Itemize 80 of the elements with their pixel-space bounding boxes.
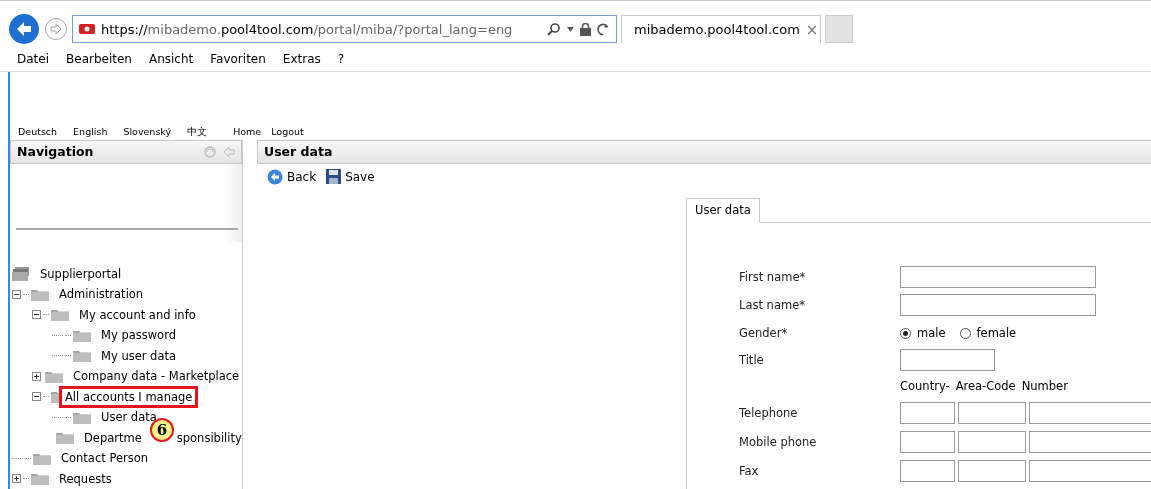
tree-item[interactable]: Company data - Marketplace bbox=[67, 365, 246, 388]
input-field[interactable] bbox=[958, 402, 1026, 424]
field-label: Fax bbox=[739, 464, 760, 478]
folders-icon bbox=[12, 266, 30, 281]
refresh-icon[interactable] bbox=[597, 22, 610, 36]
folder-icon bbox=[31, 472, 49, 486]
panel-title: User data bbox=[264, 144, 334, 159]
input-field[interactable] bbox=[958, 460, 1026, 482]
column-header: Number bbox=[1021, 379, 1068, 393]
save-button[interactable]: Save bbox=[326, 168, 375, 185]
language-link[interactable]: Deutsch bbox=[18, 126, 58, 137]
back-icon bbox=[267, 168, 283, 185]
field-label: Gender* bbox=[739, 325, 789, 340]
column-header: Area-Code bbox=[955, 379, 1016, 393]
arrow-icon[interactable] bbox=[223, 145, 235, 158]
folder-icon bbox=[45, 369, 63, 383]
input-field[interactable] bbox=[1029, 460, 1151, 482]
tree-item[interactable]: Departme bbox=[78, 426, 148, 449]
field-label: Last name* bbox=[739, 297, 806, 312]
collapse-toggle[interactable] bbox=[32, 310, 41, 320]
menu-item[interactable]: Datei bbox=[17, 51, 49, 69]
input-field[interactable] bbox=[900, 293, 1096, 316]
close-tab-button[interactable]: × bbox=[805, 20, 819, 39]
folder-icon bbox=[33, 451, 51, 465]
new-tab-button[interactable] bbox=[825, 15, 853, 44]
nav-link[interactable]: Home bbox=[233, 126, 262, 137]
tree-item[interactable]: sponsibility bbox=[173, 426, 248, 449]
input-field[interactable] bbox=[1029, 402, 1151, 424]
form-tab[interactable]: User data bbox=[686, 197, 760, 223]
folder-icon bbox=[73, 349, 91, 363]
folder-icon bbox=[73, 328, 91, 342]
folder-icon bbox=[73, 410, 91, 424]
field-label: Title bbox=[739, 353, 765, 367]
search-icon[interactable] bbox=[547, 22, 561, 37]
menu-item[interactable]: Favoriten bbox=[210, 51, 266, 69]
menu-item[interactable]: Bearbeiten bbox=[66, 51, 132, 69]
language-link[interactable]: 中文 bbox=[187, 124, 208, 139]
folder-icon bbox=[51, 308, 69, 322]
menu-item[interactable]: Extras bbox=[282, 51, 321, 69]
input-field[interactable] bbox=[900, 349, 995, 371]
input-field[interactable] bbox=[900, 265, 1096, 288]
input-field[interactable] bbox=[1029, 431, 1151, 453]
collapse-toggle[interactable] bbox=[32, 392, 41, 402]
tree-root[interactable]: Supplierportal bbox=[34, 262, 128, 285]
browser-tab[interactable]: mibademo.pool4tool.com × bbox=[621, 15, 821, 44]
menu-item[interactable]: ? bbox=[337, 51, 345, 69]
lock-icon bbox=[580, 22, 591, 36]
collapse-toggle[interactable] bbox=[12, 289, 21, 299]
input-field[interactable] bbox=[900, 402, 955, 424]
radio-label: female bbox=[976, 326, 1017, 341]
tree-item[interactable]: Administration bbox=[53, 283, 150, 306]
language-link[interactable]: English bbox=[73, 126, 108, 137]
forward-icon[interactable] bbox=[44, 17, 68, 42]
back-button[interactable]: Back bbox=[267, 168, 317, 185]
tree-item[interactable]: My account and info bbox=[73, 303, 202, 326]
panel-title: Navigation bbox=[17, 144, 95, 159]
expand-toggle[interactable] bbox=[12, 474, 21, 484]
folder-icon bbox=[31, 287, 49, 301]
language-link[interactable]: Slovenský bbox=[123, 126, 172, 137]
tree-item[interactable]: Contact Person bbox=[55, 447, 155, 470]
tree-item[interactable]: My user data bbox=[95, 344, 183, 367]
tree-item[interactable]: Requests bbox=[53, 467, 118, 489]
nav-link[interactable]: Logout bbox=[271, 126, 304, 137]
address-bar[interactable]: https://mibademo.pool4tool.com/portal/miba/?portal_lang=eng bbox=[72, 15, 617, 44]
field-label: First name* bbox=[739, 269, 807, 284]
site-icon bbox=[79, 24, 95, 35]
input-field[interactable] bbox=[900, 460, 955, 482]
field-label: Mobile phone bbox=[739, 435, 818, 449]
field-label: Telephone bbox=[739, 406, 799, 420]
expand-toggle[interactable] bbox=[32, 371, 41, 381]
menu-item[interactable]: Ansicht bbox=[148, 51, 194, 69]
column-header: Country- bbox=[900, 379, 950, 393]
folder-icon bbox=[56, 431, 74, 445]
caret-icon[interactable] bbox=[567, 26, 574, 32]
back-icon[interactable] bbox=[8, 13, 40, 46]
input-field[interactable] bbox=[900, 431, 955, 453]
radio-label: male bbox=[917, 326, 946, 341]
tree-item[interactable]: My password bbox=[95, 324, 182, 347]
input-field[interactable] bbox=[958, 431, 1026, 453]
tree-item[interactable]: All accounts I manage bbox=[59, 385, 199, 408]
